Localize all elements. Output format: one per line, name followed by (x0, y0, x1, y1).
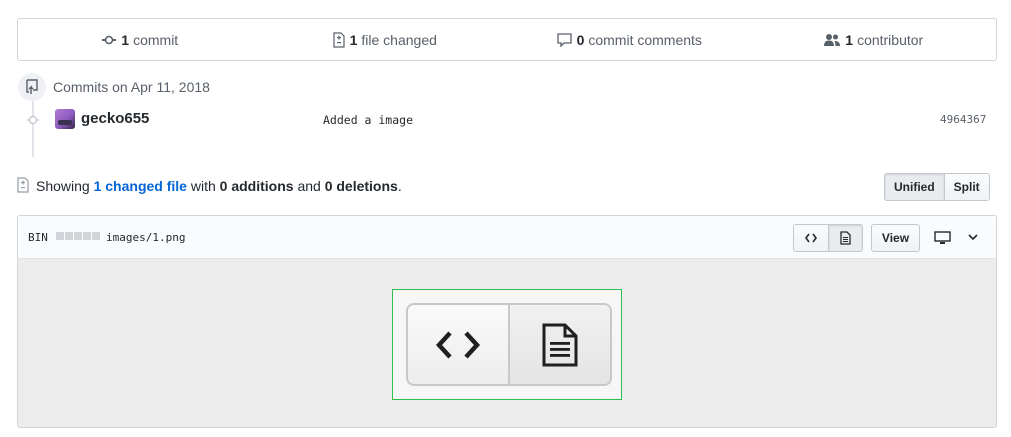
image-diff-area (18, 259, 996, 427)
summary-files[interactable]: 1 file changed (263, 32, 508, 48)
diffstat-block (74, 232, 82, 240)
image-preview (392, 289, 622, 400)
code-icon (805, 233, 817, 243)
commit-message[interactable]: Added a image (323, 113, 413, 127)
view-file-button[interactable]: View (871, 224, 920, 252)
summary-contributors-label: contributor (857, 31, 924, 48)
code-icon (436, 330, 480, 359)
summary-comments[interactable]: 0 commit comments (507, 32, 752, 48)
summary-comments-label: commit comments (588, 31, 702, 48)
split-button[interactable]: Split (943, 174, 989, 200)
unified-button[interactable]: Unified (885, 174, 944, 200)
toc-suffix: . (397, 178, 402, 194)
repo-push-icon (26, 79, 38, 94)
diff-view-toggle: Unified Split (884, 173, 990, 201)
rich-view-button[interactable] (828, 225, 862, 251)
summary-comments-count: 0 (576, 31, 585, 48)
diff-summary-text: Showing 1 changed file with 0 additions … (36, 178, 402, 194)
diffstat-block (83, 232, 91, 240)
file-diff-icon (17, 177, 29, 193)
deletions-count: 0 deletions (324, 178, 398, 194)
people-icon (824, 33, 841, 46)
comment-icon (556, 32, 572, 47)
commit-author[interactable]: gecko655 (81, 110, 149, 127)
summary-commits-label: commit (133, 31, 179, 48)
file-view-toggle (793, 224, 863, 252)
summary-commits-count: 1 (121, 31, 130, 48)
diffstat-block (65, 232, 73, 240)
chevron-down-icon[interactable] (967, 232, 979, 242)
file-icon (542, 323, 578, 366)
commit-sha[interactable]: 4964367 (940, 113, 986, 126)
summary-contributors[interactable]: 1 contributor (752, 32, 997, 48)
image-file-segment (508, 305, 610, 384)
file-header: BIN images/1.png View (18, 216, 996, 259)
bin-label: BIN (28, 231, 48, 244)
summary-files-count: 1 (349, 31, 358, 48)
toc-mid2: and (297, 178, 321, 194)
avatar[interactable] (55, 109, 75, 129)
timeline-line (32, 95, 34, 157)
repo-push-badge (18, 73, 46, 101)
summary-files-label: file changed (361, 31, 437, 48)
file-icon (840, 231, 851, 245)
image-code-segment (408, 305, 508, 384)
commit-node-icon (27, 115, 39, 125)
file-diff-icon (332, 31, 345, 48)
summary-commits[interactable]: 1 commit (18, 32, 263, 48)
toc-prefix: Showing (36, 178, 90, 194)
additions-count: 0 additions (219, 178, 294, 194)
image-content-toggle (406, 303, 612, 386)
changed-files-link[interactable]: 1 changed file (94, 178, 187, 194)
diffstat-block (92, 232, 100, 240)
toc-mid1: with (190, 178, 216, 194)
display-icon[interactable] (934, 231, 951, 245)
commits-date-heading: Commits on Apr 11, 2018 (53, 79, 210, 95)
diffstat-block (56, 232, 64, 240)
commit-icon (102, 35, 117, 44)
file-path[interactable]: images/1.png (106, 231, 185, 244)
source-view-button[interactable] (794, 225, 828, 251)
commit-summary-bar: 1 commit 1 file changed 0 commit comment… (17, 18, 997, 61)
summary-contributors-count: 1 (845, 31, 854, 48)
file-diff: BIN images/1.png View (17, 215, 997, 428)
diffstat (56, 232, 100, 240)
